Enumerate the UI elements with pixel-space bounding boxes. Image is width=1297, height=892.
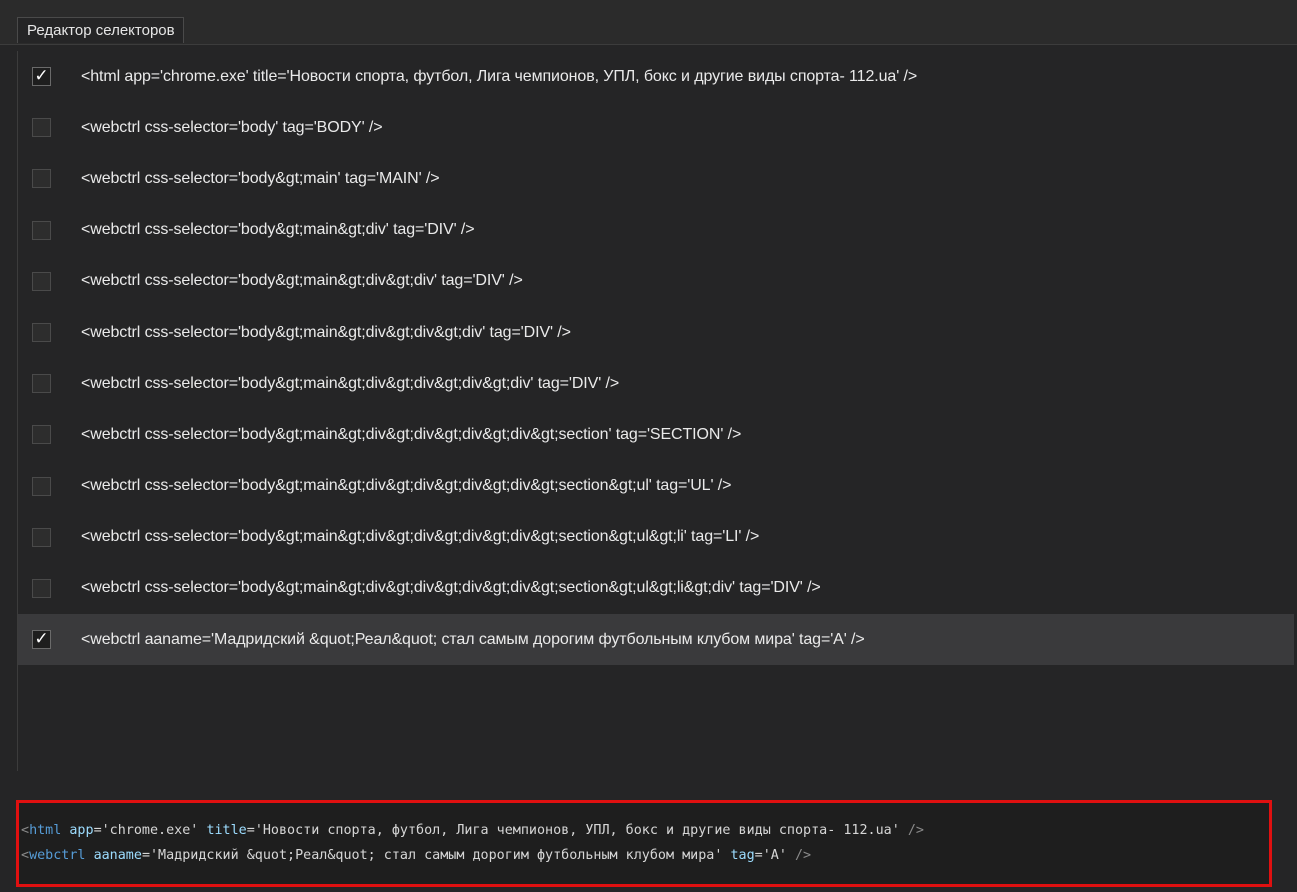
code-punct: < [21,848,30,863]
selector-text: <webctrl css-selector='body&gt;main&gt;d… [81,374,620,392]
selector-checkbox[interactable] [32,271,51,291]
selector-text: <html app='chrome.exe' title='Новости сп… [81,67,918,85]
selector-row[interactable]: ✓ <html app='chrome.exe' title='Новости … [18,51,1294,102]
code-attr: tag [730,848,755,863]
selector-checkbox[interactable] [32,578,51,598]
selector-text: <webctrl css-selector='body&gt;main&gt;d… [81,477,732,495]
selector-checkbox[interactable] [32,425,51,445]
selector-checkbox[interactable] [32,374,51,394]
selector-checkbox[interactable] [32,527,51,547]
code-tag: html [29,823,62,838]
selector-row[interactable]: <webctrl css-selector='body&gt;main&gt;d… [18,358,1294,409]
code-punct: /> [794,848,812,863]
code-eq: = [93,823,102,838]
selector-row[interactable]: <webctrl css-selector='body&gt;main&gt;d… [18,256,1294,307]
selector-row[interactable]: <webctrl css-selector='body' tag='BODY' … [18,102,1294,153]
selector-row[interactable]: <webctrl css-selector='body&gt;main&gt;d… [18,461,1294,512]
selector-row[interactable]: ✓ <webctrl aaname='Мадридский &quot;Реал… [18,614,1294,666]
selector-text: <webctrl css-selector='body&gt;main' tag… [81,169,440,187]
selector-text: <webctrl css-selector='body&gt;main&gt;d… [81,579,821,597]
code-tag: webctrl [29,848,86,863]
code-value: 'A' [762,848,787,863]
code-value: 'Мадридский &quot;Реал&quot; стал самым … [150,848,723,863]
code-punct: < [21,823,30,838]
selector-list: ✓ <html app='chrome.exe' title='Новости … [17,51,1294,771]
selector-checkbox[interactable] [32,118,51,138]
selector-row[interactable]: <webctrl css-selector='body&gt;main&gt;d… [18,205,1294,256]
selector-text: <webctrl css-selector='body&gt;main&gt;d… [81,323,571,341]
code-punct: /> [907,823,924,838]
selector-code-preview[interactable]: <html app='chrome.exe' title='Новости сп… [16,800,1272,887]
code-value: 'Новости спорта, футбол, Лига чемпионов,… [254,823,900,838]
selector-text: <webctrl aaname='Мадридский &quot;Реал&q… [81,630,865,648]
code-line-2: <webctrl aaname='Мадридский &quot;Реал&q… [21,848,811,863]
selector-row[interactable]: <webctrl css-selector='body&gt;main' tag… [18,153,1294,204]
code-eq: = [754,848,763,863]
tab-selector-editor[interactable]: Редактор селекторов [17,17,184,43]
code-line-1: <html app='chrome.exe' title='Новости сп… [21,823,924,838]
selector-row[interactable]: <webctrl css-selector='body&gt;main&gt;d… [18,409,1294,460]
selector-checkbox[interactable] [32,476,51,496]
selector-editor-window: Редактор селекторов ✓ <html app='chrome.… [0,0,1297,892]
selector-row[interactable]: <webctrl css-selector='body&gt;main&gt;d… [18,512,1294,563]
tab-strip: Редактор селекторов [0,0,1297,45]
selector-checkbox[interactable] [32,220,51,240]
selector-checkbox[interactable]: ✓ [32,630,51,650]
selector-checkbox[interactable]: ✓ [32,67,51,87]
code-attr: aaname [93,848,142,863]
selector-text: <webctrl css-selector='body&gt;main&gt;d… [81,272,523,290]
selector-text: <webctrl css-selector='body&gt;main&gt;d… [81,221,475,239]
code-eq: = [246,823,255,838]
selector-text: <webctrl css-selector='body&gt;main&gt;d… [81,425,742,443]
selector-checkbox[interactable] [32,169,51,189]
code-attr: app [69,823,94,838]
code-value: 'chrome.exe' [101,823,199,838]
code-attr: title [206,823,247,838]
code-eq: = [141,848,150,863]
selector-checkbox[interactable] [32,323,51,343]
selector-row[interactable]: <webctrl css-selector='body&gt;main&gt;d… [18,563,1294,614]
selector-text: <webctrl css-selector='body' tag='BODY' … [81,118,383,136]
selector-row[interactable]: <webctrl css-selector='body&gt;main&gt;d… [18,307,1294,358]
selector-text: <webctrl css-selector='body&gt;main&gt;d… [81,528,760,546]
